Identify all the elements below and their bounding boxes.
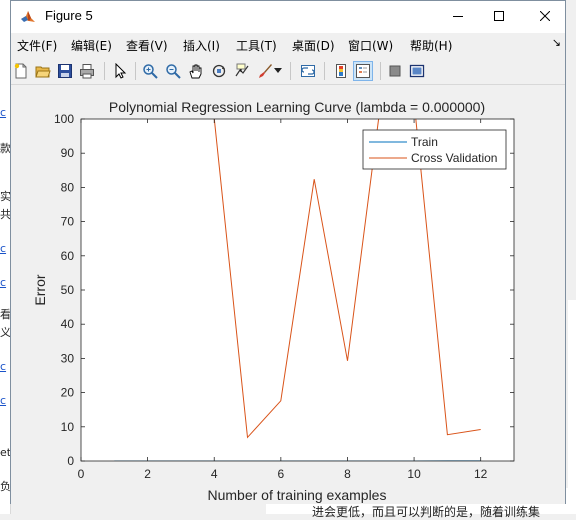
menu-view[interactable]: 查看(V)	[126, 37, 168, 54]
save-icon[interactable]	[55, 61, 75, 81]
y-tick-label: 90	[61, 146, 75, 160]
print-icon[interactable]	[77, 61, 97, 81]
pan-hand-icon[interactable]	[186, 61, 206, 81]
background-text: c	[0, 394, 6, 407]
legend-train-label: Train	[411, 135, 438, 149]
legend-icon[interactable]	[353, 61, 373, 81]
y-tick-label: 80	[61, 180, 75, 194]
y-tick-label: 40	[61, 317, 75, 331]
close-icon	[540, 11, 550, 21]
x-tick-label: 0	[78, 467, 85, 481]
figure-canvas: 0 2 4 6 8 10 12 0 10 20 30 40 50 60 70 80 90 100 Polynom…	[11, 86, 565, 504]
background-text: c	[0, 242, 6, 255]
matlab-logo-icon	[20, 9, 36, 25]
link-plot-icon[interactable]	[298, 61, 318, 81]
rotate-3d-icon[interactable]	[209, 61, 229, 81]
x-tick-label: 6	[278, 467, 285, 481]
title-bar[interactable]: Figure 5	[11, 1, 565, 33]
maximize-icon	[494, 11, 504, 21]
menu-window[interactable]: 窗口(W)	[348, 37, 393, 54]
brush-icon[interactable]	[255, 61, 275, 81]
zoom-in-icon[interactable]	[140, 61, 160, 81]
toolbar-separator	[324, 62, 325, 80]
pointer-icon[interactable]	[110, 61, 130, 81]
x-tick-label: 8	[344, 467, 351, 481]
background-text: c	[0, 276, 6, 289]
menu-file[interactable]: 文件(F)	[17, 37, 57, 54]
close-button[interactable]	[523, 1, 567, 31]
y-axis-label: Error	[32, 274, 48, 305]
new-figure-icon[interactable]	[11, 61, 31, 81]
brush-dropdown-icon[interactable]	[273, 61, 283, 81]
legend[interactable]: Train Cross Validation	[363, 130, 506, 169]
hide-plot-tools-icon[interactable]	[385, 61, 405, 81]
menu-help[interactable]: 帮助(H)	[410, 37, 452, 54]
open-file-icon[interactable]	[33, 61, 53, 81]
y-tick-label: 20	[61, 386, 75, 400]
toolbar-separator	[290, 62, 291, 80]
toolbar-separator	[104, 62, 105, 80]
data-cursor-icon[interactable]	[232, 61, 252, 81]
learning-curve-plot[interactable]: 0 2 4 6 8 10 12 0 10 20 30 40 50 60 70 80 90 100 Polynom…	[11, 86, 565, 504]
legend-cv-label: Cross Validation	[411, 151, 497, 165]
x-tick-label: 4	[211, 467, 218, 481]
x-axis-label: Number of training examples	[208, 487, 387, 503]
background-document-right	[568, 300, 576, 514]
background-text: c	[0, 106, 6, 119]
menu-dock-arrow-icon[interactable]: ↘	[552, 36, 561, 49]
x-tick-label: 2	[144, 467, 151, 481]
x-tick-label: 10	[407, 467, 421, 481]
minimize-icon	[453, 11, 463, 21]
toolbar-separator	[380, 62, 381, 80]
x-tick-label: 12	[474, 467, 488, 481]
menu-tools[interactable]: 工具(T)	[236, 37, 277, 54]
toolbar-separator	[135, 62, 136, 80]
chart-title: Polynomial Regression Learning Curve (la…	[109, 99, 485, 115]
figure-window: Figure 5 文件(F) 编辑(E) 查看(V) 插入(I) 工具(T) 桌…	[10, 0, 566, 504]
figure-toolbar	[11, 57, 565, 85]
background-text: c	[0, 360, 6, 373]
background-text: 进会更低，而且可以判断的是，随着训练集	[312, 503, 540, 520]
menu-desktop[interactable]: 桌面(D)	[292, 37, 335, 54]
y-tick-label: 10	[61, 420, 75, 434]
y-tick-label: 70	[61, 215, 75, 229]
maximize-button[interactable]	[477, 1, 521, 31]
y-tick-label: 60	[61, 249, 75, 263]
menu-bar: 文件(F) 编辑(E) 查看(V) 插入(I) 工具(T) 桌面(D) 窗口(W…	[11, 33, 565, 55]
y-tick-label: 0	[67, 454, 74, 468]
zoom-out-icon[interactable]	[163, 61, 183, 81]
y-tick-label: 30	[61, 351, 75, 365]
y-tick-label: 100	[54, 112, 74, 126]
menu-insert[interactable]: 插入(I)	[183, 37, 220, 54]
show-plot-tools-icon[interactable]	[407, 61, 427, 81]
y-tick-label: 50	[61, 283, 75, 297]
window-title: Figure 5	[45, 8, 93, 23]
menu-edit[interactable]: 编辑(E)	[71, 37, 112, 54]
minimize-button[interactable]	[436, 1, 480, 31]
colorbar-icon[interactable]	[331, 61, 351, 81]
